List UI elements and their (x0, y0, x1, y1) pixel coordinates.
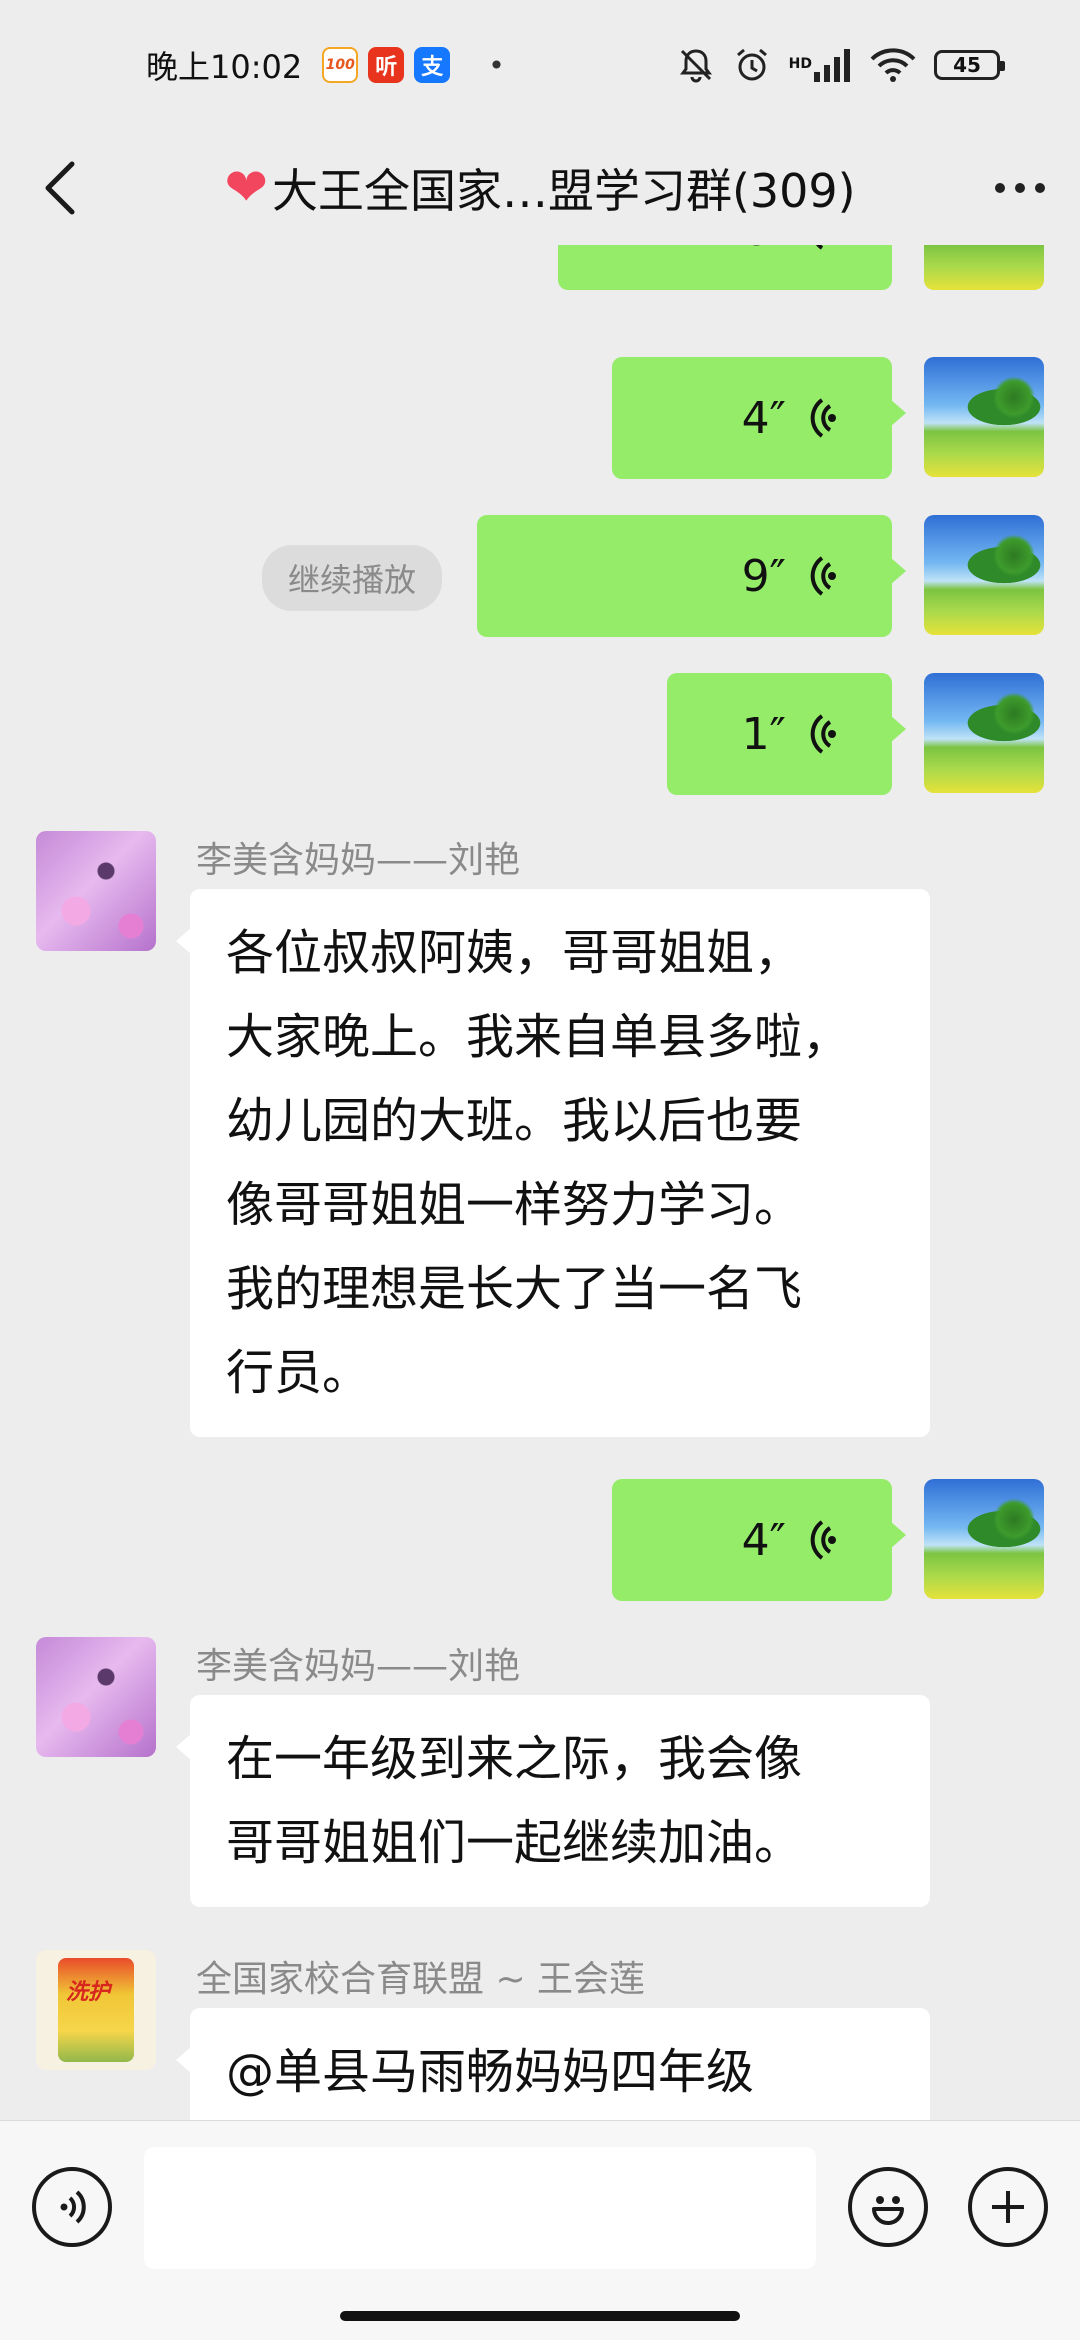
voice-message-bubble[interactable]: 4″ (612, 357, 906, 479)
chat-title: ❤ 大王全国家…盟学习群(309) (120, 155, 960, 221)
text-message-bubble[interactable]: @单县马雨畅妈妈四年级 (176, 2008, 930, 2120)
status-dot: • (488, 48, 505, 82)
message-line: 幼儿园的大班。我以后也要 (226, 1093, 803, 1149)
voice-message-bubble[interactable]: 4″ (612, 1479, 906, 1601)
voice-mode-button[interactable] (32, 2167, 112, 2247)
message-line: 我的理想是长大了当一名飞 (226, 1261, 803, 1317)
message-line: 行员。 (226, 1345, 371, 1401)
message-input[interactable] (144, 2147, 816, 2269)
message-row: 洗护 全国家校合育联盟 ~ 王会莲 @单县马雨畅妈妈四年级 (0, 1950, 1080, 2120)
text-message-bubble[interactable]: 在一年级到来之际，我会像 哥哥姐姐们一起继续加油。 (176, 1695, 930, 1907)
sender-name: 全国家校合育联盟 ~ 王会莲 (196, 1959, 646, 2000)
voice-message-bubble[interactable]: 9″ (477, 515, 906, 637)
more-functions-button[interactable] (968, 2167, 1048, 2247)
alarm-icon (733, 46, 771, 84)
more-dot (995, 182, 1005, 193)
app-ting-icon: 听 (368, 47, 405, 83)
heart-icon: ❤ (224, 157, 268, 218)
sender-avatar[interactable] (36, 831, 156, 951)
voice-duration: 9″ (741, 550, 786, 602)
message-line: @单县马雨畅妈妈四年级 (226, 2044, 755, 2100)
signal-icon: HD (789, 48, 852, 82)
app-100-icon: 100 (322, 47, 359, 83)
voice-duration: 1″ (741, 708, 786, 760)
more-options-button[interactable] (960, 130, 1080, 245)
more-dot (1015, 182, 1025, 193)
message-line: 大家晚上。我来自单县多啦， (226, 1009, 851, 1065)
voice-wave-icon (810, 714, 836, 754)
wifi-icon (870, 47, 916, 83)
emoji-button[interactable] (848, 2167, 928, 2247)
status-right: HD 45 (677, 46, 1005, 84)
message-line: 像哥哥姐姐一样努力学习。 (226, 1177, 803, 1233)
message-line: 哥哥姐姐们一起继续加油。 (226, 1815, 803, 1871)
chat-header: ❤ 大王全国家…盟学习群(309) (0, 130, 1080, 245)
voice-wave-icon (810, 556, 836, 596)
sender-name: 李美含妈妈——刘艳 (196, 1646, 521, 1687)
status-time: 晚上10:02 (146, 48, 303, 86)
avatar-bag-label: 洗护 (66, 1980, 111, 2005)
sender-avatar[interactable]: 洗护 (36, 1950, 156, 2070)
battery-indicator: 45 (934, 50, 1005, 80)
my-avatar[interactable] (924, 515, 1044, 635)
message-row: 4″ (0, 1479, 1080, 1604)
voice-duration: 6″ (742, 245, 786, 256)
voice-message-bubble[interactable]: 6″ (558, 245, 892, 290)
voice-wave-icon (816, 245, 824, 250)
chat-title-text: 大王全国家…盟学习群(309) (271, 163, 856, 218)
voice-duration: 4″ (741, 392, 786, 444)
message-line: 各位叔叔阿姨，哥哥姐姐， (226, 925, 803, 981)
chat-message-list[interactable]: 6″ 4″ 继续播放 9″ 1″ 李美含妈妈——刘艳 各位叔叔阿姨，哥 (0, 245, 1080, 2120)
sender-avatar[interactable] (36, 1637, 156, 1757)
hd-label: HD (788, 56, 812, 72)
chevron-left-icon (45, 161, 75, 214)
message-row: 4″ (0, 357, 1080, 482)
sender-name: 李美含妈妈——刘艳 (196, 840, 521, 881)
my-avatar[interactable] (924, 1479, 1044, 1599)
voice-mode-icon (60, 2190, 86, 2224)
status-left: 晚上10:02 100 听 支 • (146, 42, 505, 88)
emoji-icon (872, 2196, 904, 2225)
message-row: 李美含妈妈——刘艳 在一年级到来之际，我会像 哥哥姐姐们一起继续加油。 (0, 1637, 1080, 1937)
status-bar: 晚上10:02 100 听 支 • HD 45 (0, 0, 1080, 130)
voice-duration: 4″ (741, 1514, 786, 1566)
app-alipay-icon: 支 (414, 47, 451, 83)
home-indicator[interactable] (340, 2311, 740, 2321)
chat-input-bar (0, 2120, 1080, 2340)
my-avatar[interactable] (924, 673, 1044, 793)
my-avatar[interactable] (924, 357, 1044, 477)
message-row: 1″ (0, 673, 1080, 798)
more-dot (1035, 182, 1045, 193)
message-row: 6″ (0, 245, 1080, 310)
mute-bell-icon (677, 46, 715, 84)
my-avatar[interactable] (924, 245, 1044, 290)
continue-playing-button[interactable]: 继续播放 (262, 545, 443, 611)
back-button[interactable] (0, 130, 120, 245)
message-row: 继续播放 9″ (0, 515, 1080, 640)
plus-icon (992, 2191, 1024, 2223)
voice-wave-icon (810, 398, 836, 438)
voice-wave-icon (810, 1520, 836, 1560)
text-message-bubble[interactable]: 各位叔叔阿姨，哥哥姐姐， 大家晚上。我来自单县多啦， 幼儿园的大班。我以后也要 … (176, 889, 930, 1437)
voice-message-bubble[interactable]: 1″ (667, 673, 906, 795)
message-line: 在一年级到来之际，我会像 (226, 1731, 803, 1787)
